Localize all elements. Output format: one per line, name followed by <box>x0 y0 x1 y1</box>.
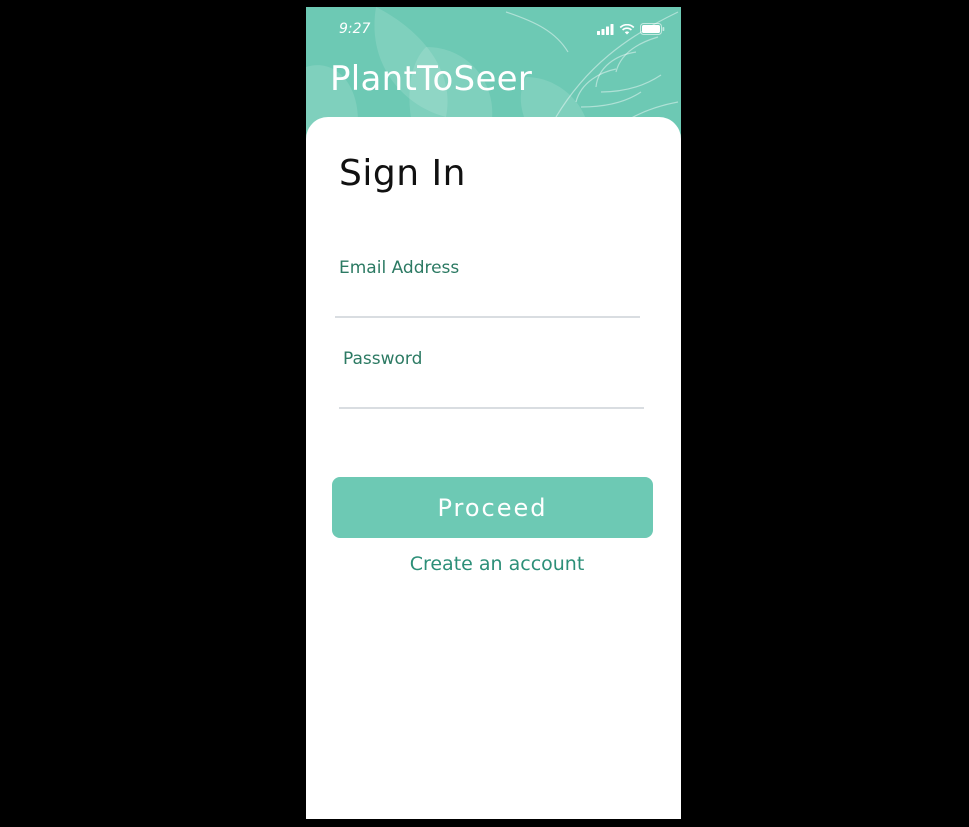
phone-screen: 9:27 PlantToSeer Sign In Email Address P… <box>306 7 681 819</box>
status-time: 9:27 <box>339 21 371 37</box>
page-title: Sign In <box>339 153 466 194</box>
app-title: PlantToSeer <box>330 59 533 99</box>
email-field[interactable] <box>339 288 643 314</box>
wifi-icon <box>619 23 635 34</box>
password-label: Password <box>343 349 423 369</box>
proceed-button[interactable]: Proceed <box>332 477 653 538</box>
battery-icon <box>640 23 665 35</box>
sign-in-card: Sign In Email Address Password Proceed C… <box>306 117 681 819</box>
password-field[interactable] <box>343 379 647 405</box>
email-field-underline <box>335 316 640 318</box>
password-field-underline <box>339 407 644 409</box>
cellular-signal-icon <box>597 23 614 35</box>
email-label: Email Address <box>339 258 460 278</box>
status-icons <box>597 23 665 35</box>
create-account-link[interactable]: Create an account <box>306 553 681 575</box>
